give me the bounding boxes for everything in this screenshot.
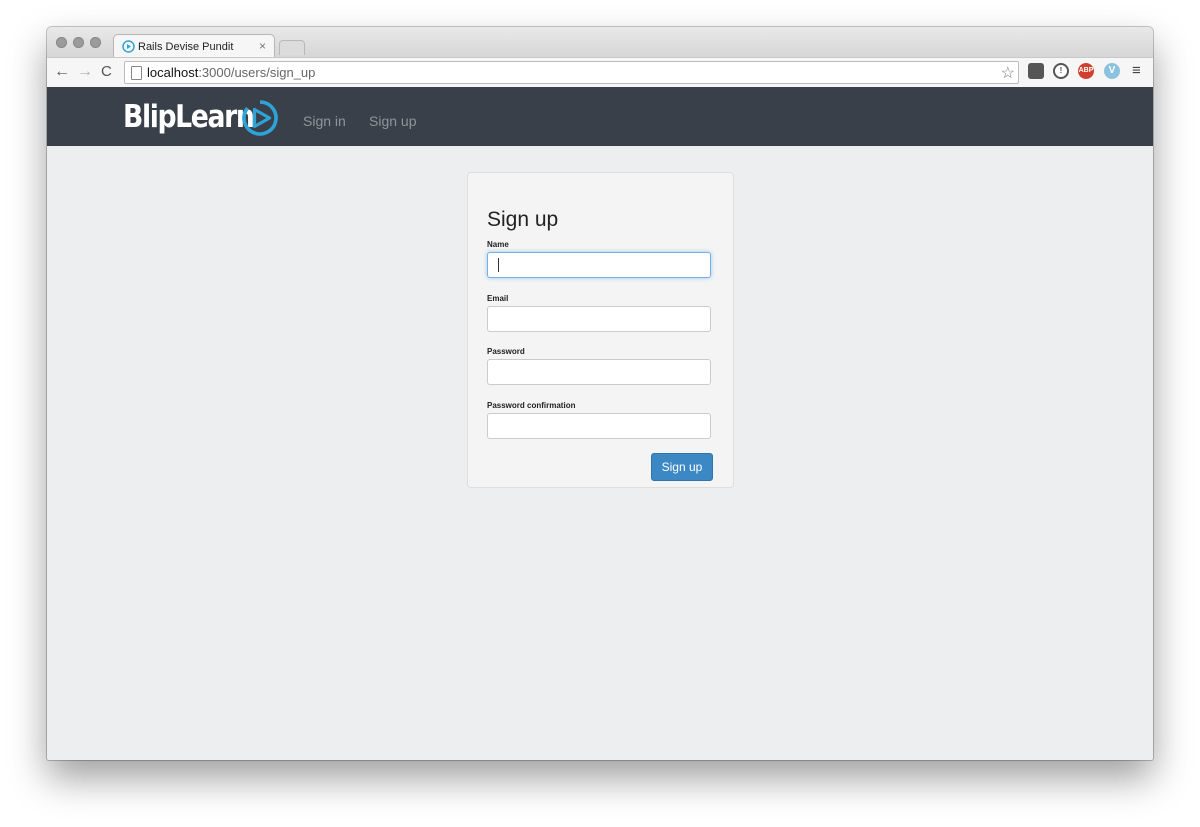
abp-icon[interactable]: ABP [1078,63,1094,79]
browser-window: Rails Devise Pundit × ← → C localhost:30… [47,27,1153,760]
address-bar[interactable]: localhost:3000/users/sign_up ☆ [124,61,1019,84]
signup-card: Sign up Name Email Password Password con… [467,172,734,488]
password-label: Password [487,347,525,356]
name-label: Name [487,240,509,249]
name-field[interactable] [487,252,711,278]
email-field[interactable] [487,306,711,332]
email-label: Email [487,294,509,303]
close-window-button[interactable] [56,37,67,48]
password-field[interactable] [487,359,711,385]
minimize-window-button[interactable] [73,37,84,48]
nav-sign-up-link[interactable]: Sign up [369,113,416,129]
back-arrow-icon[interactable]: ← [54,62,70,82]
sign-up-button[interactable]: Sign up [651,453,713,481]
play-logo-icon [122,40,135,53]
title-bar: Rails Devise Pundit × [47,27,1153,58]
password-confirmation-field[interactable] [487,413,711,439]
menu-icon[interactable]: ≡ [1132,62,1141,79]
onepassword-icon[interactable]: ! [1053,63,1069,79]
browser-toolbar: ← → C localhost:3000/users/sign_up ☆ ! A… [47,57,1153,88]
star-icon[interactable]: ☆ [1001,63,1015,83]
nav-sign-in-link[interactable]: Sign in [303,113,346,129]
forward-arrow-icon[interactable]: → [77,62,93,82]
pocket-icon[interactable] [1028,63,1044,79]
site-navbar: BlipLearn Sign in Sign up [47,87,1153,146]
tab-title: Rails Devise Pundit [138,41,234,53]
password-confirmation-label: Password confirmation [487,401,576,410]
text-caret [498,258,499,272]
brand-name[interactable]: BlipLearn [123,99,255,135]
zoom-window-button[interactable] [90,37,101,48]
close-tab-icon[interactable]: × [259,39,266,53]
vimeo-icon[interactable]: V [1104,63,1120,79]
page-title: Sign up [487,208,559,231]
new-tab-button[interactable] [279,40,305,55]
url-text[interactable]: localhost:3000/users/sign_up [147,65,315,80]
play-logo-icon[interactable] [241,99,279,137]
page-icon [131,66,142,80]
reload-icon[interactable]: C [101,62,112,82]
browser-tab[interactable]: Rails Devise Pundit × [113,34,275,58]
